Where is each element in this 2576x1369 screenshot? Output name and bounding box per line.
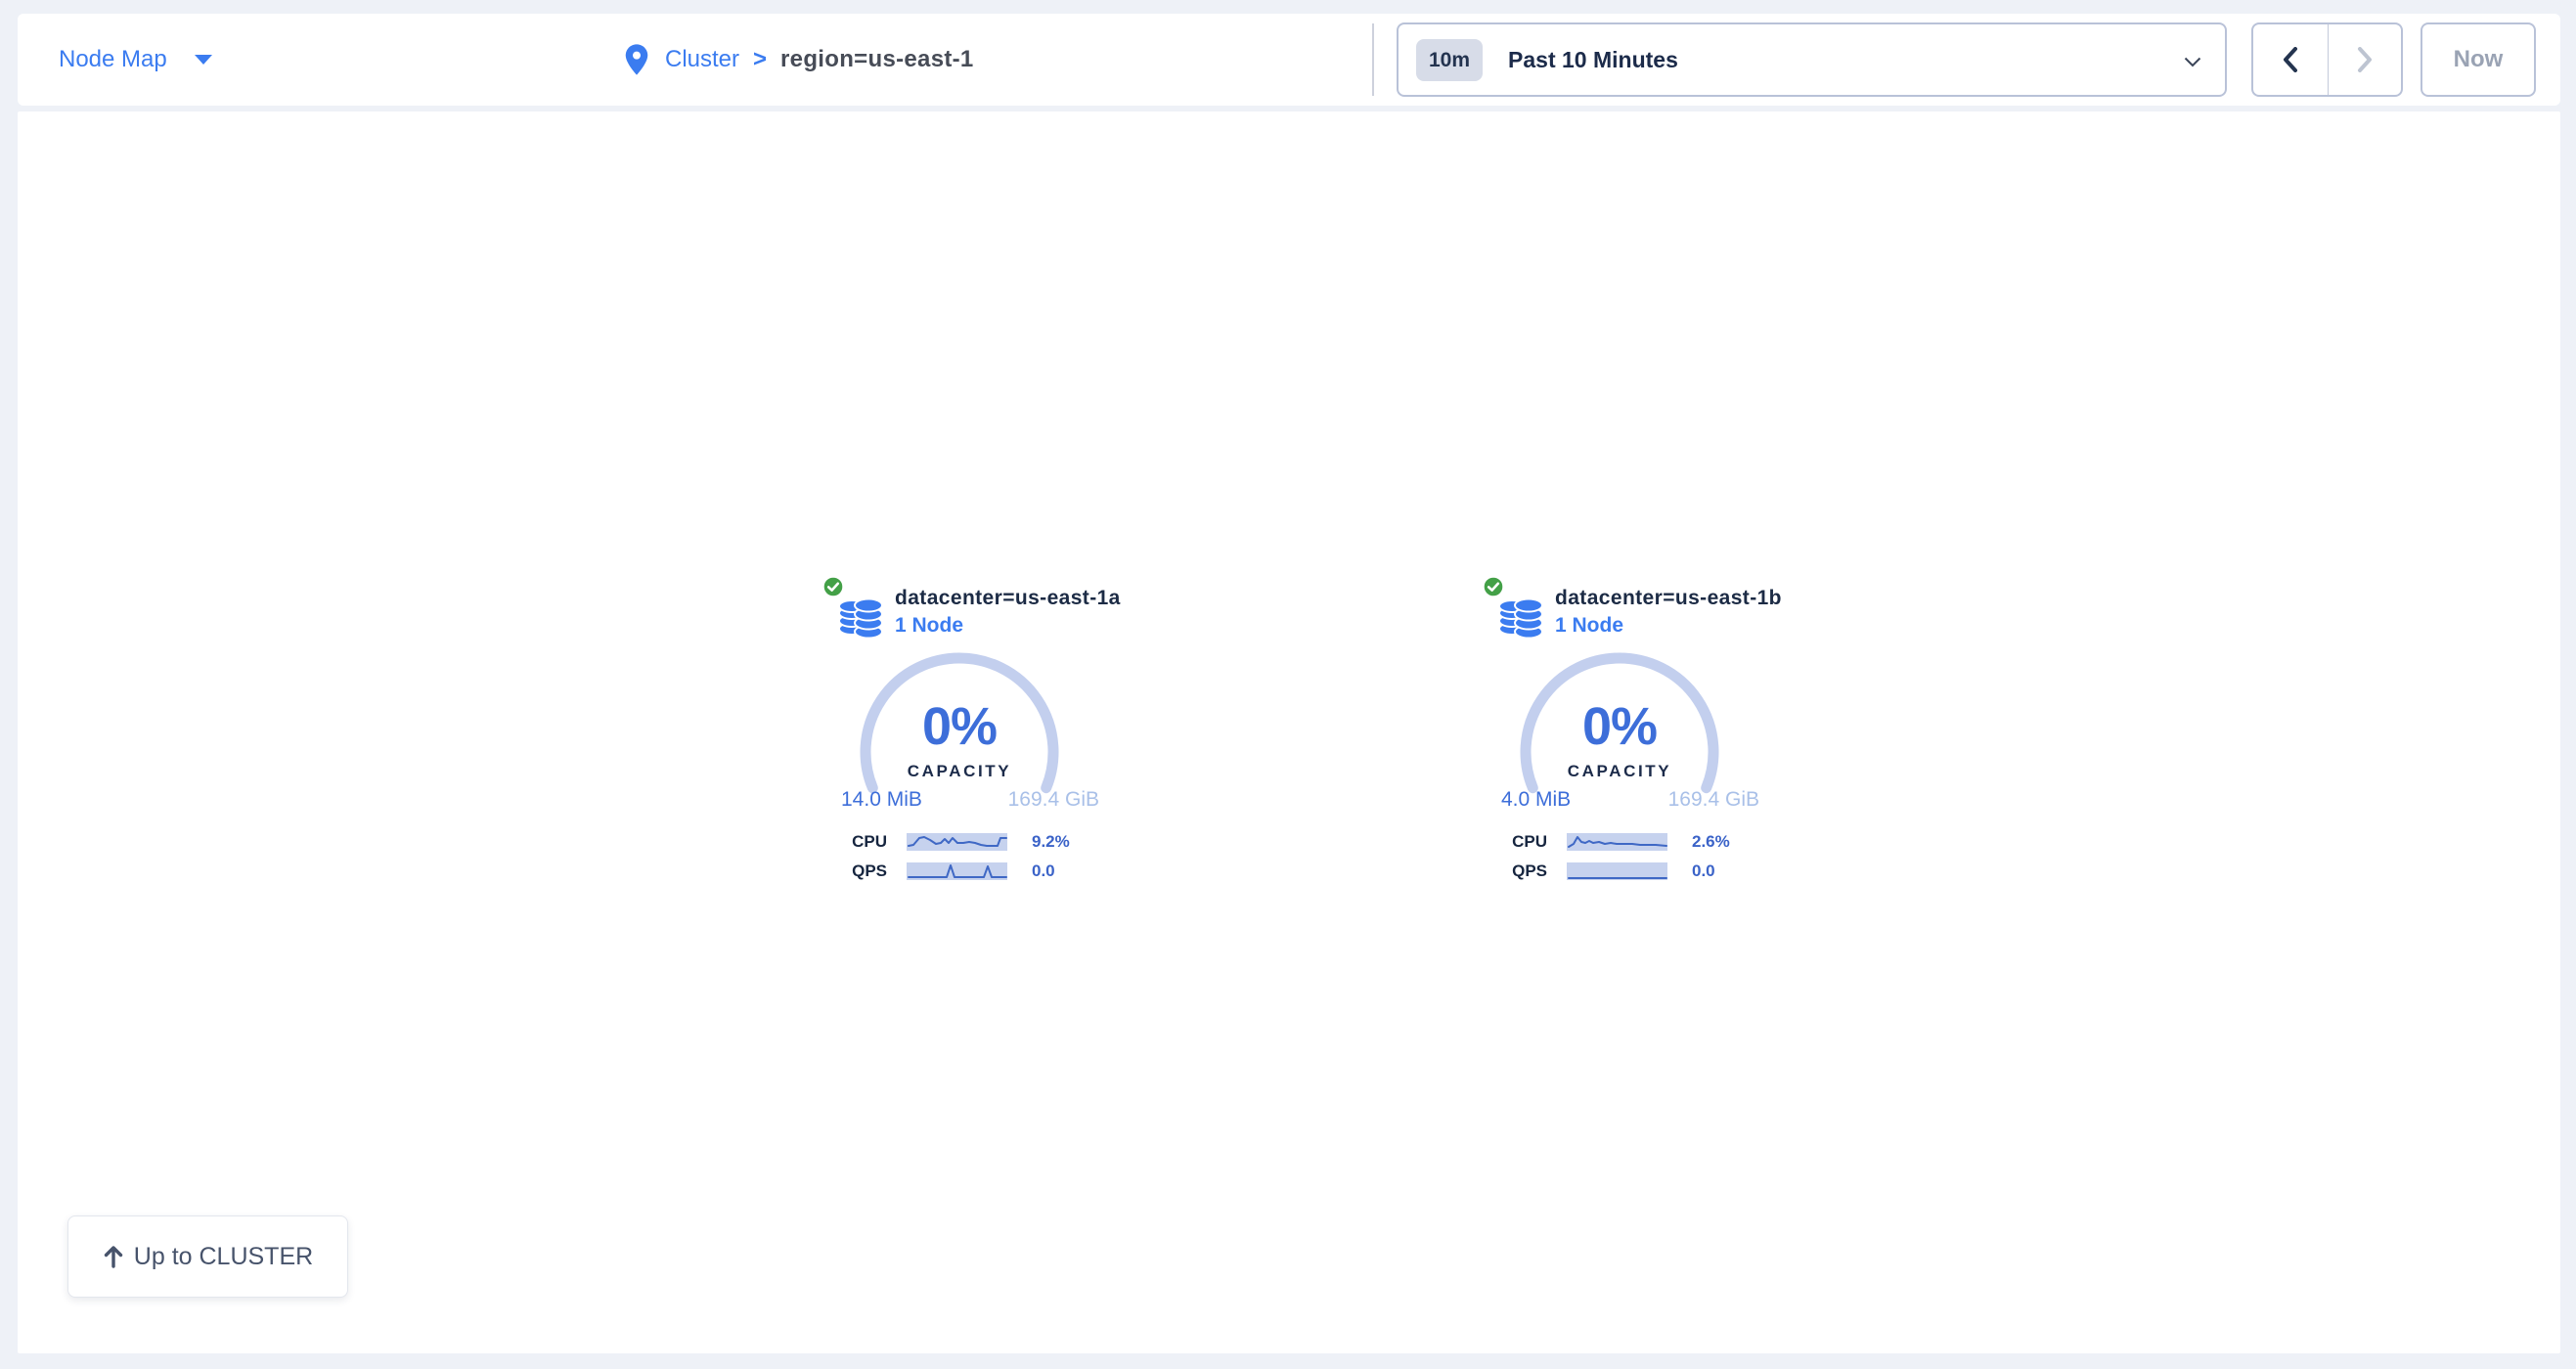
view-selector-label: Node Map [59, 46, 167, 73]
cpu-sparkline [1567, 833, 1667, 851]
node-map-canvas: datacenter=us-east-1a 1 Node 0% CAPACITY… [18, 111, 2560, 1353]
now-button[interactable]: Now [2421, 22, 2536, 97]
time-next-button[interactable] [2328, 24, 2402, 95]
location-pin-icon [622, 43, 651, 76]
capacity-label: CAPACITY [1515, 762, 1724, 781]
up-to-cluster-label: Up to CLUSTER [134, 1243, 313, 1271]
datacenter-card[interactable]: datacenter=us-east-1b 1 Node 0% CAPACITY… [1480, 573, 1822, 915]
chevron-left-icon [2283, 47, 2298, 72]
node-count-link[interactable]: 1 Node [1555, 612, 1782, 640]
capacity-gauge: 0% CAPACITY [1515, 647, 1724, 857]
capacity-used: 4.0 MiB [1501, 788, 1571, 812]
qps-stat-row: QPS 0.0 [1480, 862, 1730, 880]
capacity-percent: 0% [855, 696, 1064, 757]
datacenter-title: datacenter=us-east-1a [895, 585, 1121, 612]
arrow-up-icon [103, 1245, 124, 1268]
capacity-used: 14.0 MiB [841, 788, 922, 812]
cpu-value: 2.6% [1692, 832, 1730, 852]
cpu-sparkline [907, 833, 1007, 851]
breadcrumb-cluster-link[interactable]: Cluster [665, 46, 739, 73]
capacity-total: 169.4 GiB [1668, 788, 1759, 812]
time-range-label: Past 10 Minutes [1508, 47, 1678, 73]
breadcrumb-separator: > [753, 46, 767, 73]
caret-down-icon [195, 55, 212, 65]
time-range-dropdown[interactable]: 10m Past 10 Minutes [1397, 22, 2227, 97]
cpu-label: CPU [820, 832, 887, 852]
qps-value: 0.0 [1692, 861, 1715, 881]
chevron-right-icon [2357, 47, 2373, 72]
time-nav-group [2251, 22, 2403, 97]
view-selector-dropdown[interactable]: Node Map [59, 14, 212, 106]
time-prev-button[interactable] [2253, 24, 2328, 95]
cpu-label: CPU [1480, 832, 1547, 852]
breadcrumb-current-region: region=us-east-1 [780, 46, 974, 73]
cpu-value: 9.2% [1032, 832, 1070, 852]
database-stack-icon [836, 593, 885, 644]
cpu-stat-row: CPU 9.2% [820, 833, 1070, 851]
datacenter-title: datacenter=us-east-1b [1555, 585, 1782, 612]
time-range-badge: 10m [1416, 39, 1483, 81]
qps-value: 0.0 [1032, 861, 1055, 881]
qps-label: QPS [1480, 861, 1547, 881]
qps-label: QPS [820, 861, 887, 881]
chevron-down-icon [2184, 57, 2201, 67]
toolbar-divider [1372, 23, 1374, 96]
cpu-stat-row: CPU 2.6% [1480, 833, 1730, 851]
capacity-percent: 0% [1515, 696, 1724, 757]
node-count-link[interactable]: 1 Node [895, 612, 1121, 640]
capacity-label: CAPACITY [855, 762, 1064, 781]
top-toolbar: Node Map Cluster > region=us-east-1 10m … [18, 14, 2560, 106]
up-to-cluster-button[interactable]: Up to CLUSTER [67, 1215, 348, 1298]
database-stack-icon [1496, 593, 1545, 644]
datacenter-card[interactable]: datacenter=us-east-1a 1 Node 0% CAPACITY… [820, 573, 1162, 915]
capacity-total: 169.4 GiB [1008, 788, 1099, 812]
qps-sparkline [1567, 862, 1667, 880]
qps-stat-row: QPS 0.0 [820, 862, 1070, 880]
capacity-gauge: 0% CAPACITY [855, 647, 1064, 857]
breadcrumb: Cluster > region=us-east-1 [622, 14, 974, 106]
qps-sparkline [907, 862, 1007, 880]
